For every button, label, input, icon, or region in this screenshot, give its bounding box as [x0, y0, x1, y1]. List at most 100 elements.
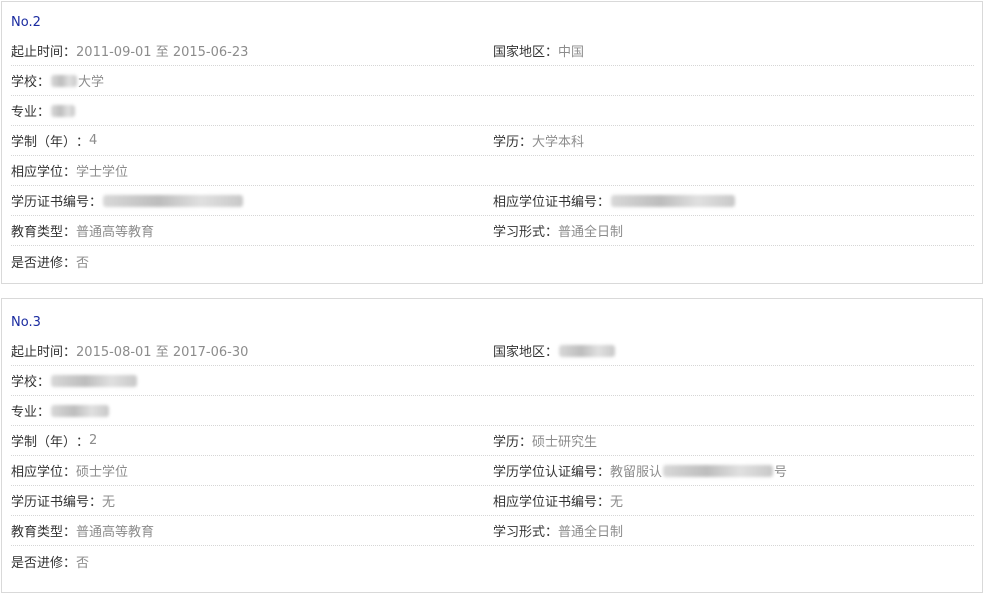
field-label: 是否进修: [11, 255, 64, 271]
field-label: 相应学位证书编号: [493, 195, 598, 210]
field-label: 学校: [11, 75, 38, 90]
detail-field: 专业：: [11, 101, 493, 120]
detail-row: 起止时间： 2011-09-01 至 2015-06-23 国家地区：中国: [11, 36, 974, 66]
field-colon: ：: [63, 525, 77, 540]
detail-field: 学制（年）： 4: [11, 131, 493, 150]
detail-row: 专业：: [11, 96, 974, 126]
field-value: 无: [102, 495, 116, 510]
detail-field: 相应学位证书编号：无: [493, 491, 623, 510]
field-value: 普通全日制: [558, 225, 624, 240]
detail-field: 学校： 大学: [11, 71, 493, 90]
detail-row: 学制（年）： 2 学历：硕士研究生: [11, 426, 974, 456]
detail-field: 学习形式：普通全日制: [493, 521, 623, 540]
field-value-prefix: 教留服认: [610, 465, 663, 480]
detail-field: 是否进修：否: [11, 552, 493, 571]
field-colon: ：: [37, 375, 51, 390]
detail-row: 学历证书编号：无相应学位证书编号：无: [11, 486, 974, 516]
field-label: 学习形式: [493, 525, 546, 540]
redacted-value: [103, 194, 244, 207]
field-label: 学制（年）: [11, 135, 77, 150]
field-label: 是否进修: [11, 555, 64, 571]
field-label: 学历证书编号: [11, 195, 90, 210]
detail-row: 学历证书编号：相应学位证书编号：: [11, 186, 974, 216]
field-colon: ：: [63, 555, 77, 571]
field-value: 号: [774, 465, 788, 480]
field-colon: ：: [63, 45, 77, 60]
redacted-value: [51, 404, 110, 417]
field-label: 相应学位: [11, 165, 64, 180]
field-label: 国家地区: [493, 45, 546, 60]
field-colon: ：: [597, 195, 611, 210]
field-label: 教育类型: [11, 225, 64, 240]
record-number: No.3: [11, 315, 41, 330]
detail-row: 教育类型：普通高等教育 学习形式：普通全日制: [11, 516, 974, 546]
field-colon: ：: [597, 495, 611, 510]
field-value: 普通高等教育: [76, 225, 155, 240]
field-value: 普通全日制: [558, 525, 624, 540]
redacted-value: [559, 344, 616, 357]
detail-field: 教育类型：普通高等教育: [11, 521, 493, 540]
field-label: 学习形式: [493, 225, 546, 240]
field-label: 起止时间: [11, 45, 64, 60]
redacted-value: [51, 74, 78, 87]
detail-row: 专业：: [11, 396, 974, 426]
field-colon: ：: [89, 495, 103, 510]
field-value: 学士学位: [76, 165, 129, 180]
detail-row: 起止时间： 2015-08-01 至 2017-06-30 国家地区：: [11, 336, 974, 366]
detail-row: 是否进修：否: [11, 546, 974, 576]
field-colon: ：: [545, 225, 559, 240]
field-colon: ：: [37, 105, 51, 120]
field-label: 学历: [493, 435, 520, 450]
field-value: 硕士学位: [76, 465, 129, 480]
record-rows: 起止时间： 2011-09-01 至 2015-06-23 国家地区：中国 学校：大学…: [11, 36, 974, 276]
education-record-2: No.2 起止时间： 2011-09-01 至 2015-06-23 国家地区：中国…: [1, 1, 983, 284]
field-label: 起止时间: [11, 345, 64, 360]
detail-field: 学历学位认证编号：教留服认 号: [493, 461, 787, 480]
detail-row: 学制（年）： 4 学历：大学本科: [11, 126, 974, 156]
field-value: 4: [89, 133, 98, 148]
redacted-value: [51, 104, 76, 117]
field-colon: ：: [37, 405, 51, 420]
detail-row: 相应学位：硕士学位 学历学位认证编号：教留服认号: [11, 456, 974, 486]
field-colon: ：: [63, 225, 77, 240]
detail-row: 是否进修：否: [11, 246, 974, 276]
detail-row: 相应学位：学士学位: [11, 156, 974, 186]
detail-field: 教育类型：普通高等教育: [11, 221, 493, 240]
field-label: 相应学位: [11, 465, 64, 480]
field-label: 相应学位证书编号: [493, 495, 598, 510]
detail-row: 学校： 大学: [11, 66, 974, 96]
field-colon: ：: [545, 525, 559, 540]
field-colon: ：: [89, 195, 103, 210]
redacted-value: [663, 464, 774, 477]
field-value: 普通高等教育: [76, 525, 155, 540]
field-label: 专业: [11, 405, 38, 420]
field-value: 否: [76, 255, 90, 271]
detail-field: 国家地区：中国: [493, 41, 584, 60]
field-value: 2015-08-01 至 2017-06-30: [76, 345, 249, 360]
detail-field: 学习形式：普通全日制: [493, 221, 623, 240]
field-colon: ：: [519, 435, 533, 450]
field-value: 否: [76, 555, 90, 571]
field-colon: ：: [597, 465, 611, 480]
record-number: No.2: [11, 15, 41, 30]
detail-field: 相应学位：学士学位: [11, 161, 493, 180]
detail-field: 专业：: [11, 401, 493, 420]
detail-field: 相应学位：硕士学位: [11, 461, 493, 480]
education-record-3: No.3 起止时间： 2015-08-01 至 2017-06-30 国家地区： 学校…: [1, 298, 983, 593]
field-value: 无: [610, 495, 624, 510]
field-colon: ：: [76, 135, 90, 150]
field-colon: ：: [76, 435, 90, 450]
detail-field: 学制（年）： 2: [11, 431, 493, 450]
field-label: 教育类型: [11, 525, 64, 540]
field-label: 学校: [11, 375, 38, 390]
field-colon: ：: [63, 345, 77, 360]
detail-field: 相应学位证书编号：: [493, 191, 736, 210]
field-label: 学历证书编号: [11, 495, 90, 510]
field-colon: ：: [519, 135, 533, 150]
field-colon: ：: [63, 465, 77, 480]
detail-field: 学历证书编号：: [11, 191, 493, 210]
field-label: 学历学位认证编号: [493, 465, 598, 480]
field-label: 学制（年）: [11, 435, 77, 450]
detail-field: 起止时间： 2015-08-01 至 2017-06-30: [11, 341, 493, 360]
field-label: 学历: [493, 135, 520, 150]
